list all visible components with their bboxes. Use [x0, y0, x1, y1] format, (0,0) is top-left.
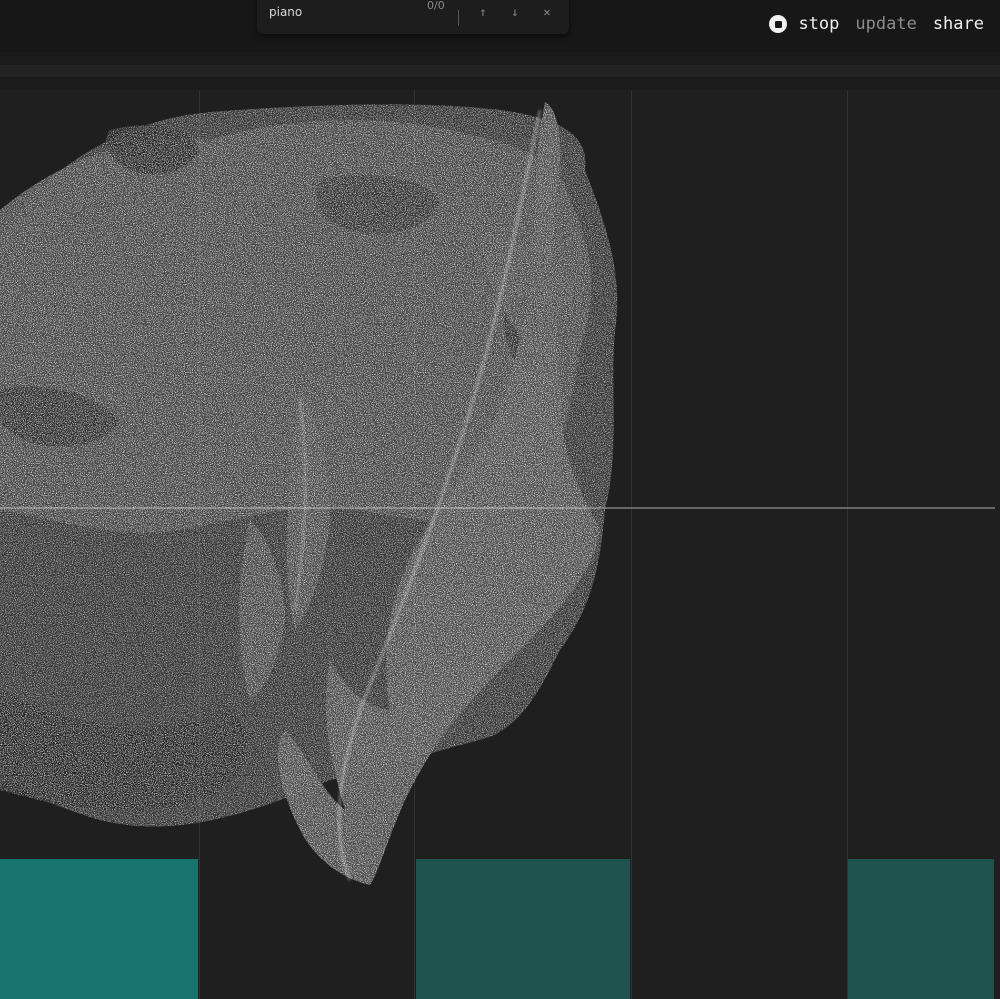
share-label: share: [932, 14, 984, 34]
update-label: update: [855, 14, 917, 34]
arrow-up-icon[interactable]: ↑: [473, 4, 493, 24]
editor-subbar: [0, 52, 1000, 90]
stop-circle-icon: [769, 15, 788, 33]
piano-roll-block: [848, 859, 994, 999]
top-toolbar: 0/0 ↑ ↓ ✕ stop update share: [0, 0, 1000, 53]
particle-cloud: [0, 102, 618, 885]
stop-button[interactable]: stop: [769, 14, 839, 34]
find-separator: [458, 10, 459, 26]
find-input[interactable]: [269, 5, 409, 19]
share-button[interactable]: share: [933, 14, 984, 34]
stop-label: stop: [798, 14, 840, 34]
update-button[interactable]: update: [855, 14, 916, 34]
toolbar-actions: stop update share: [769, 14, 984, 34]
arrow-down-icon[interactable]: ↓: [505, 4, 525, 24]
piano-roll-block: [0, 859, 198, 999]
piano-roll-block: [416, 859, 630, 999]
subbar-stripe: [0, 65, 1000, 77]
piano-roll-blocks: [0, 859, 994, 999]
find-widget: 0/0 ↑ ↓ ✕: [257, 0, 569, 34]
close-icon[interactable]: ✕: [537, 4, 557, 24]
visualization-canvas: [0, 90, 995, 999]
find-match-count: 0/0: [427, 0, 445, 12]
app-window: 0/0 ↑ ↓ ✕ stop update share: [0, 0, 1000, 999]
